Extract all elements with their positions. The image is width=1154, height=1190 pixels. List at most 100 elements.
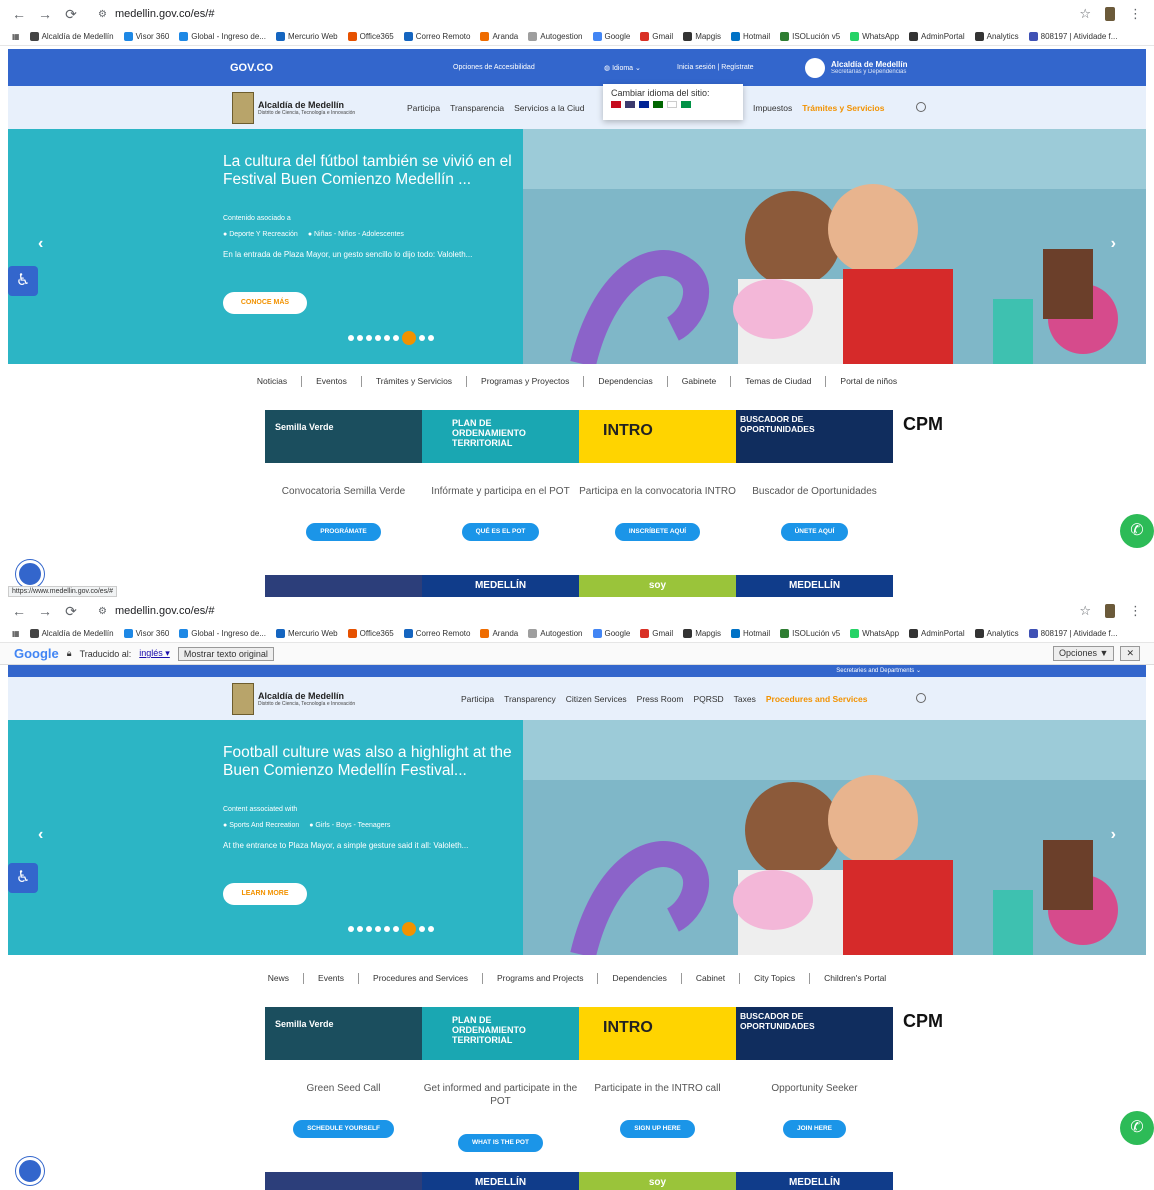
carousel-dot[interactable] [357, 926, 363, 932]
section-nav-item[interactable]: News [268, 973, 289, 984]
profile-icon[interactable] [1105, 7, 1115, 21]
section-nav-item[interactable]: Gabinete [682, 376, 717, 387]
carousel-dot-active[interactable] [402, 922, 416, 936]
nav-item[interactable]: Taxes [734, 694, 756, 704]
section-nav-item[interactable]: Programas y Proyectos [481, 376, 569, 387]
hero-tag[interactable]: ● Niñas - Niños - Adolescentes [308, 231, 404, 238]
bookmark[interactable]: Analytics [974, 32, 1019, 41]
bookmark[interactable]: Google [592, 629, 630, 638]
bookmark[interactable]: AdminPortal [909, 629, 965, 638]
flag-usa-icon[interactable] [625, 101, 635, 108]
card-button[interactable]: SIGN UP HERE [620, 1120, 695, 1138]
apps-icon[interactable]: ▦ [12, 32, 20, 41]
profile-icon[interactable] [1105, 604, 1115, 618]
card-button[interactable]: SCHEDULE YOURSELF [293, 1120, 394, 1138]
card-button[interactable]: PROGRÁMATE [306, 523, 381, 541]
nav-item[interactable]: Transparency [504, 694, 556, 704]
site-logo[interactable]: Alcaldía de Medellín Distrito de Ciencia… [232, 91, 355, 124]
login-register-links[interactable]: Inicia sesión | Regístrate [677, 64, 754, 71]
bottom-banner[interactable]: soy [579, 575, 736, 597]
accessibility-options-link[interactable]: Opciones de Accesibilidad [453, 64, 535, 71]
target-language-select[interactable]: inglés ▾ [139, 648, 170, 659]
bottom-banner[interactable] [265, 1172, 422, 1190]
hero-title[interactable]: Football culture was also a highlight at… [223, 744, 513, 780]
bookmark[interactable]: Autogestion [528, 629, 583, 638]
carousel-dot[interactable] [375, 335, 381, 341]
hero-tag[interactable]: ● Sports And Recreation [223, 822, 299, 829]
chat-icon[interactable] [16, 1157, 44, 1185]
site-logo[interactable]: Alcaldía de Medellín Distrito de Ciencia… [232, 682, 355, 715]
nav-item[interactable]: PQRSD [693, 694, 723, 704]
hero-tag[interactable]: ● Girls - Boys - Teenagers [309, 822, 390, 829]
menu-icon[interactable]: ⋮ [1129, 603, 1142, 619]
section-nav-item[interactable]: Portal de niños [840, 376, 897, 387]
banner-pot[interactable]: PLAN DE ORDENAMIENTO TERRITORIAL [422, 410, 579, 463]
nav-item[interactable]: Participa [407, 103, 440, 113]
carousel-dot-active[interactable] [402, 331, 416, 345]
carousel-dot[interactable] [366, 335, 372, 341]
carousel-dot[interactable] [419, 926, 425, 932]
nav-item[interactable]: Citizen Services [566, 694, 627, 704]
bookmark[interactable]: Correo Remoto [403, 629, 470, 638]
bookmark[interactable]: Visor 360 [123, 32, 169, 41]
flag-spain-icon[interactable] [611, 101, 621, 108]
bookmark[interactable]: Mercurio Web [275, 32, 338, 41]
card-button[interactable]: JOIN HERE [782, 1120, 847, 1138]
carousel-dot[interactable] [393, 335, 399, 341]
address-bar[interactable]: ⚙ medellin.gov.co/es/# [90, 600, 1067, 622]
banner-semilla-verde[interactable]: Semilla Verde [265, 1007, 422, 1060]
bookmark[interactable]: AdminPortal [909, 32, 965, 41]
flag-japan-icon[interactable] [667, 101, 677, 108]
bookmark[interactable]: Gmail [640, 32, 673, 41]
carousel-dot[interactable] [357, 335, 363, 341]
whatsapp-icon[interactable]: ✆ [1120, 514, 1154, 548]
carousel-dot[interactable] [384, 335, 390, 341]
nav-item[interactable]: Transparencia [450, 103, 504, 113]
back-icon[interactable]: ← [12, 603, 26, 619]
section-nav-item[interactable]: Temas de Ciudad [745, 376, 811, 387]
bookmark[interactable]: ISOLución v5 [780, 629, 840, 638]
translate-options-button[interactable]: Opciones ▼ [1053, 646, 1115, 661]
whatsapp-icon[interactable]: ✆ [1120, 1111, 1154, 1145]
bottom-banner[interactable]: MEDELLÍN [736, 1172, 893, 1190]
bookmark[interactable]: Visor 360 [123, 629, 169, 638]
bookmark[interactable]: WhatsApp [850, 32, 899, 41]
accessibility-icon[interactable]: ♿ [8, 863, 38, 893]
section-nav-item[interactable]: Procedures and Services [373, 973, 468, 984]
menu-icon[interactable]: ⋮ [1129, 6, 1142, 22]
carousel-dot[interactable] [348, 926, 354, 932]
apps-icon[interactable]: ▦ [12, 629, 20, 638]
carousel-dot[interactable] [393, 926, 399, 932]
learn-more-button[interactable]: CONOCE MÁS [223, 292, 307, 314]
carousel-dot[interactable] [428, 926, 434, 932]
address-bar[interactable]: ⚙ medellin.gov.co/es/# [90, 3, 1067, 25]
section-nav-item[interactable]: City Topics [754, 973, 795, 984]
banner-cpm[interactable]: CPM [893, 410, 953, 463]
language-selector[interactable]: ◍ Idioma ⌄ [604, 64, 641, 72]
site-info-icon[interactable]: ⚙ [98, 606, 107, 617]
section-nav-item[interactable]: Dependencias [598, 376, 652, 387]
card-button[interactable]: INSCRÍBETE AQUÍ [614, 523, 701, 541]
learn-more-button[interactable]: LEARN MORE [223, 883, 307, 905]
bookmark[interactable]: Alcaldía de Medellín [29, 32, 114, 41]
bookmark[interactable]: 808197 | Atividade f... [1028, 32, 1117, 41]
carousel-dot[interactable] [428, 335, 434, 341]
carousel-dot[interactable] [419, 335, 425, 341]
bookmark[interactable]: Autogestion [528, 32, 583, 41]
section-nav-item[interactable]: Dependencies [612, 973, 666, 984]
search-icon[interactable] [916, 102, 926, 112]
chat-icon[interactable] [16, 560, 44, 588]
bookmark[interactable]: Gmail [640, 629, 673, 638]
section-nav-item[interactable]: Eventos [316, 376, 347, 387]
bookmark[interactable]: ISOLución v5 [780, 32, 840, 41]
forward-icon[interactable]: → [38, 603, 52, 619]
star-icon[interactable]: ☆ [1079, 603, 1091, 619]
card-button[interactable]: ÚNETE AQUÍ [780, 523, 849, 541]
banner-oportunidades[interactable]: BUSCADOR DE OPORTUNIDADES [736, 410, 893, 463]
gov-co-logo[interactable]: GOV.CO [230, 62, 273, 74]
bookmark[interactable]: Alcaldía de Medellín [29, 629, 114, 638]
banner-oportunidades[interactable]: BUSCADOR DE OPORTUNIDADES [736, 1007, 893, 1060]
carousel-dot[interactable] [348, 335, 354, 341]
bookmark[interactable]: Global - Ingreso de... [179, 629, 266, 638]
banner-intro[interactable]: INTRO [579, 410, 736, 463]
